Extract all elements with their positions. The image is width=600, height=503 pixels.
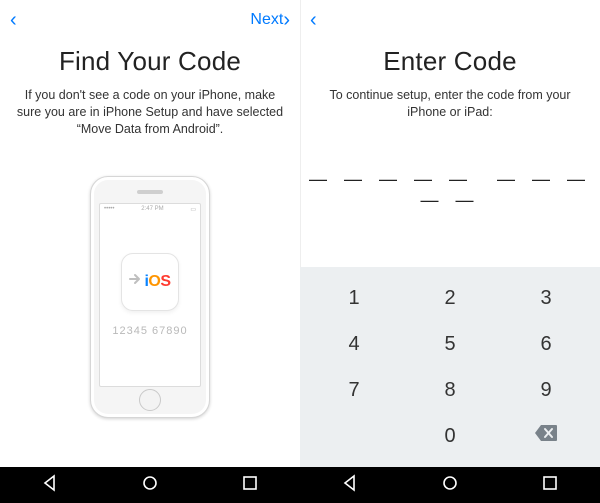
key-2[interactable]: 2: [402, 275, 498, 321]
nav-recent-button[interactable]: [540, 473, 560, 498]
home-button-icon: [139, 389, 161, 411]
nav-home-button[interactable]: [140, 473, 160, 498]
find-code-screen: ‹ Next › Find Your Code If you don't see…: [0, 0, 300, 503]
back-icon[interactable]: ‹: [10, 10, 17, 30]
signal-icon: •••••: [104, 206, 115, 211]
key-backspace[interactable]: [498, 413, 594, 459]
enter-code-screen: ‹ Enter Code To continue setup, enter th…: [300, 0, 600, 503]
chevron-right-icon: ›: [283, 10, 290, 30]
navbar: ‹: [300, 0, 600, 40]
next-label: Next: [250, 11, 283, 29]
key-blank: [306, 413, 402, 459]
back-icon[interactable]: ‹: [310, 10, 317, 30]
key-4[interactable]: 4: [306, 321, 402, 367]
nav-home-button[interactable]: [440, 473, 460, 498]
android-nav-bar: [0, 467, 300, 503]
navbar: ‹ Next ›: [0, 0, 300, 40]
iphone-illustration: ••••• 2:47 PM ▭ iOS: [90, 176, 210, 418]
code-input[interactable]: — — — — — — — — — —: [300, 169, 600, 211]
key-0[interactable]: 0: [402, 413, 498, 459]
key-9[interactable]: 9: [498, 367, 594, 413]
arrow-right-icon: [129, 272, 143, 291]
key-7[interactable]: 7: [306, 367, 402, 413]
next-button[interactable]: Next ›: [250, 10, 290, 30]
battery-icon: ▭: [190, 206, 196, 211]
page-title: Enter Code: [300, 46, 600, 77]
nav-back-button[interactable]: [340, 473, 360, 498]
sample-code: 12345 67890: [112, 325, 187, 337]
page-title: Find Your Code: [0, 46, 300, 77]
page-description: If you don't see a code on your iPhone, …: [14, 87, 286, 138]
nav-recent-button[interactable]: [240, 473, 260, 498]
key-3[interactable]: 3: [498, 275, 594, 321]
status-time: 2:47 PM: [141, 206, 163, 211]
backspace-icon: [534, 424, 558, 448]
key-5[interactable]: 5: [402, 321, 498, 367]
numeric-keyboard: 1 2 3 4 5 6 7 8 9 0: [300, 267, 600, 467]
android-nav-bar: [300, 467, 600, 503]
key-6[interactable]: 6: [498, 321, 594, 367]
key-8[interactable]: 8: [402, 367, 498, 413]
page-description: To continue setup, enter the code from y…: [314, 87, 586, 121]
move-to-ios-icon: iOS: [121, 253, 179, 311]
key-1[interactable]: 1: [306, 275, 402, 321]
nav-back-button[interactable]: [40, 473, 60, 498]
